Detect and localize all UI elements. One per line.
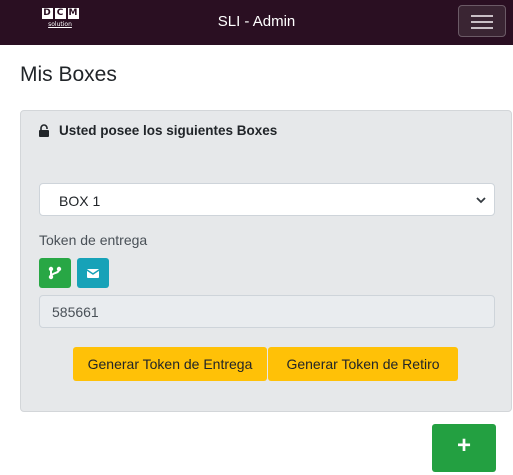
page-title: Mis Boxes — [20, 63, 117, 86]
plus-icon: + — [456, 432, 471, 459]
chevron-down-icon — [476, 197, 486, 204]
share-icon — [48, 266, 62, 280]
lock-icon — [39, 124, 49, 137]
hamburger-icon — [471, 15, 493, 17]
token-value: 585661 — [52, 304, 99, 320]
app-title: SLI - Admin — [217, 13, 296, 30]
generate-pickup-token-button[interactable]: Generar Token de Retiro — [268, 347, 458, 381]
navbar: D C M solution SLI - Admin — [0, 0, 513, 45]
token-field[interactable]: 585661 — [39, 295, 495, 328]
card-header: Usted posee los siguientes Boxes — [59, 123, 278, 138]
mail-icon — [86, 269, 100, 278]
boxes-card: Usted posee los siguientes Boxes BOX 1 T… — [20, 110, 512, 412]
email-token-button[interactable] — [77, 258, 109, 288]
box-select[interactable]: BOX 1 — [39, 183, 495, 216]
add-button[interactable]: + — [432, 424, 496, 472]
box-select-value: BOX 1 — [59, 193, 101, 209]
hamburger-icon-bar — [471, 27, 493, 29]
share-token-button[interactable] — [39, 258, 71, 288]
token-label: Token de entrega — [39, 232, 148, 248]
hamburger-icon-bar — [471, 21, 493, 23]
generate-delivery-token-button[interactable]: Generar Token de Entrega — [73, 347, 267, 381]
menu-toggle-button[interactable] — [458, 5, 506, 37]
